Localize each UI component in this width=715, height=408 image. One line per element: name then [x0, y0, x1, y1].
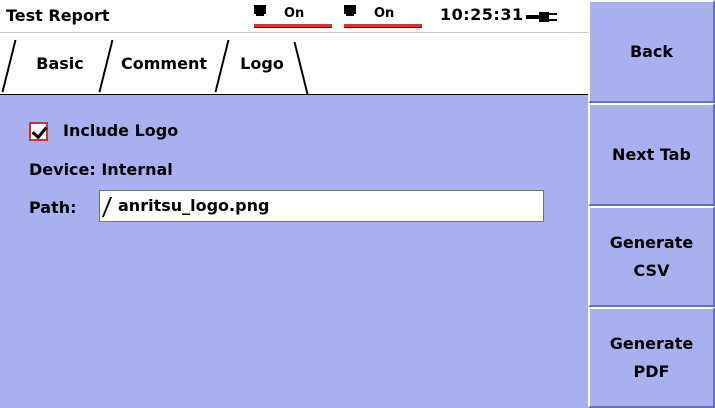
- generate-csv-button[interactable]: Generate CSV: [588, 206, 715, 307]
- include-logo-checkbox[interactable]: [29, 122, 48, 141]
- path-label: Path:: [29, 198, 77, 217]
- port-1-status: On: [254, 3, 334, 31]
- port-1-value: On: [284, 6, 305, 21]
- tab-basic[interactable]: Basic: [12, 42, 108, 86]
- device-label: Device: Internal: [29, 160, 173, 179]
- next-tab-button[interactable]: Next Tab: [588, 103, 715, 206]
- tab-bar-divider: [0, 94, 588, 95]
- root-slash-icon: [101, 197, 113, 217]
- back-button[interactable]: Back: [588, 0, 715, 103]
- ethernet-port-icon: [254, 5, 266, 16]
- port-1-indicator: [254, 24, 332, 28]
- status-bar: Test Report On On 10:25:31: [0, 0, 588, 33]
- path-value: anritsu_logo.png: [118, 196, 270, 215]
- path-field[interactable]: anritsu_logo.png: [99, 190, 544, 222]
- main-panel: Test Report On On 10:25:31 Basic Comment…: [0, 0, 588, 408]
- softkey-panel: Back Next Tab Generate CSV Generate PDF: [588, 0, 715, 408]
- port-2-status: On: [344, 3, 424, 31]
- port-2-indicator: [344, 24, 422, 28]
- generate-pdf-button[interactable]: Generate PDF: [588, 307, 715, 408]
- ethernet-port-icon: [344, 5, 356, 16]
- checkmark-icon: [31, 122, 48, 140]
- include-logo-label[interactable]: Include Logo: [63, 121, 178, 140]
- tab-logo[interactable]: Logo: [226, 42, 298, 86]
- app-title: Test Report: [6, 6, 110, 25]
- ac-power-plug-icon: [526, 12, 560, 22]
- tab-comment[interactable]: Comment: [110, 42, 218, 86]
- clock: 10:25:31: [440, 5, 524, 24]
- port-2-value: On: [374, 6, 395, 21]
